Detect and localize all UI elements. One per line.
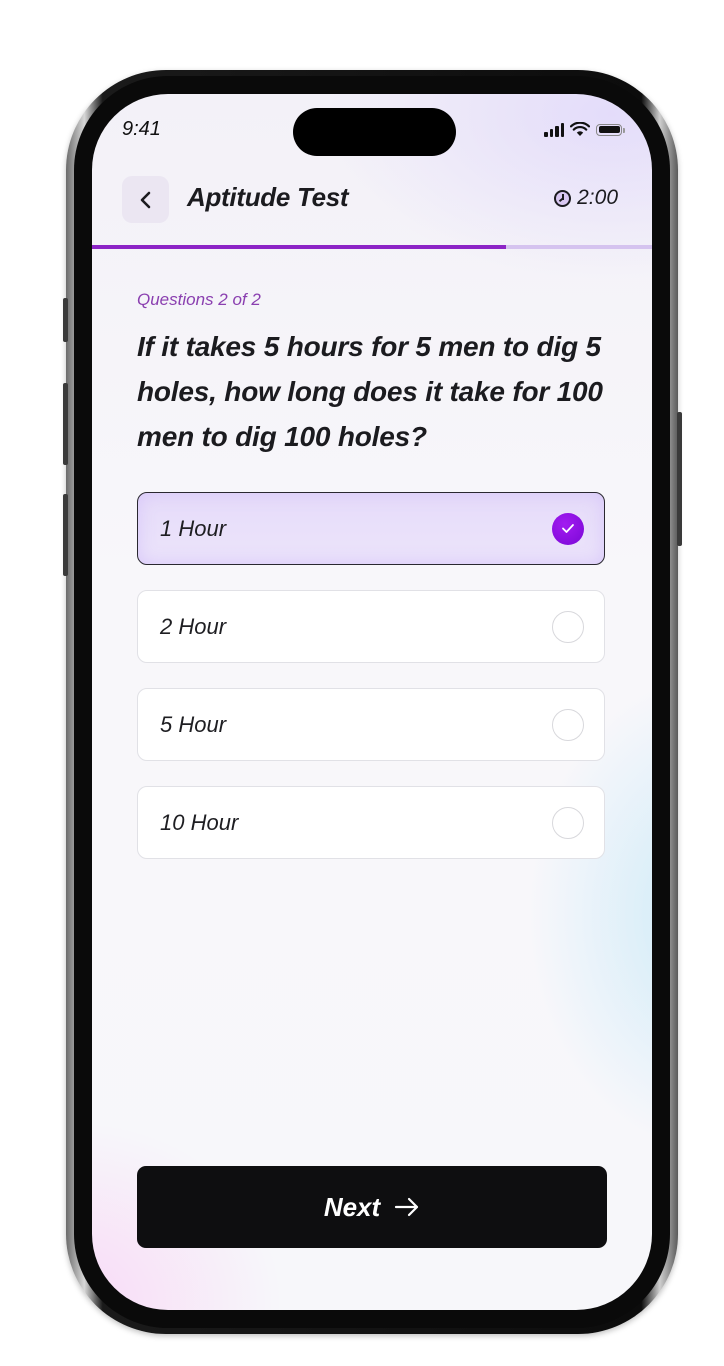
back-button[interactable]: [122, 176, 169, 223]
radio-button-checked[interactable]: [552, 512, 584, 545]
battery-icon: [596, 123, 625, 136]
countdown-timer: 2:00: [554, 186, 618, 210]
question-text: If it takes 5 hours for 5 men to dig 5 h…: [137, 331, 603, 452]
status-icons: [544, 122, 625, 137]
clock-icon: [554, 189, 572, 207]
progress-bar-fill: [92, 245, 507, 249]
power-button: [677, 412, 682, 546]
dynamic-island: [293, 108, 456, 156]
wifi-icon: [570, 122, 590, 136]
volume-down-button: [63, 494, 68, 576]
radio-button[interactable]: [552, 806, 584, 839]
cellular-signal-icon: [544, 122, 564, 137]
page-title: Aptitude Test: [187, 182, 349, 212]
answer-option[interactable]: 1 Hour: [137, 492, 605, 565]
next-button[interactable]: Next: [137, 1166, 607, 1248]
status-time: 9:41: [122, 118, 161, 140]
answer-option[interactable]: 10 Hour: [137, 786, 605, 859]
answer-option-label: 5 Hour: [160, 711, 227, 737]
next-button-label: Next: [323, 1191, 381, 1222]
chevron-left-icon: [140, 191, 150, 208]
timer-value: 2:00: [577, 186, 618, 209]
volume-up-button: [63, 383, 68, 465]
answer-option-label: 10 Hour: [160, 809, 239, 835]
question-counter: Questions 2 of 2: [137, 290, 261, 309]
silent-switch: [63, 298, 68, 342]
progress-bar: [92, 245, 652, 249]
answer-option[interactable]: 5 Hour: [137, 688, 605, 761]
answer-option-label: 1 Hour: [160, 515, 227, 541]
answer-option-label: 2 Hour: [160, 613, 227, 639]
answer-option[interactable]: 2 Hour: [137, 590, 605, 663]
arrow-right-icon: [395, 1197, 419, 1217]
checkmark-icon: [562, 524, 574, 533]
app-screen: 9:41 Aptitude Test 2:00 Questions 2 of 2…: [92, 94, 652, 1310]
radio-button[interactable]: [552, 708, 584, 741]
radio-button[interactable]: [552, 610, 584, 643]
